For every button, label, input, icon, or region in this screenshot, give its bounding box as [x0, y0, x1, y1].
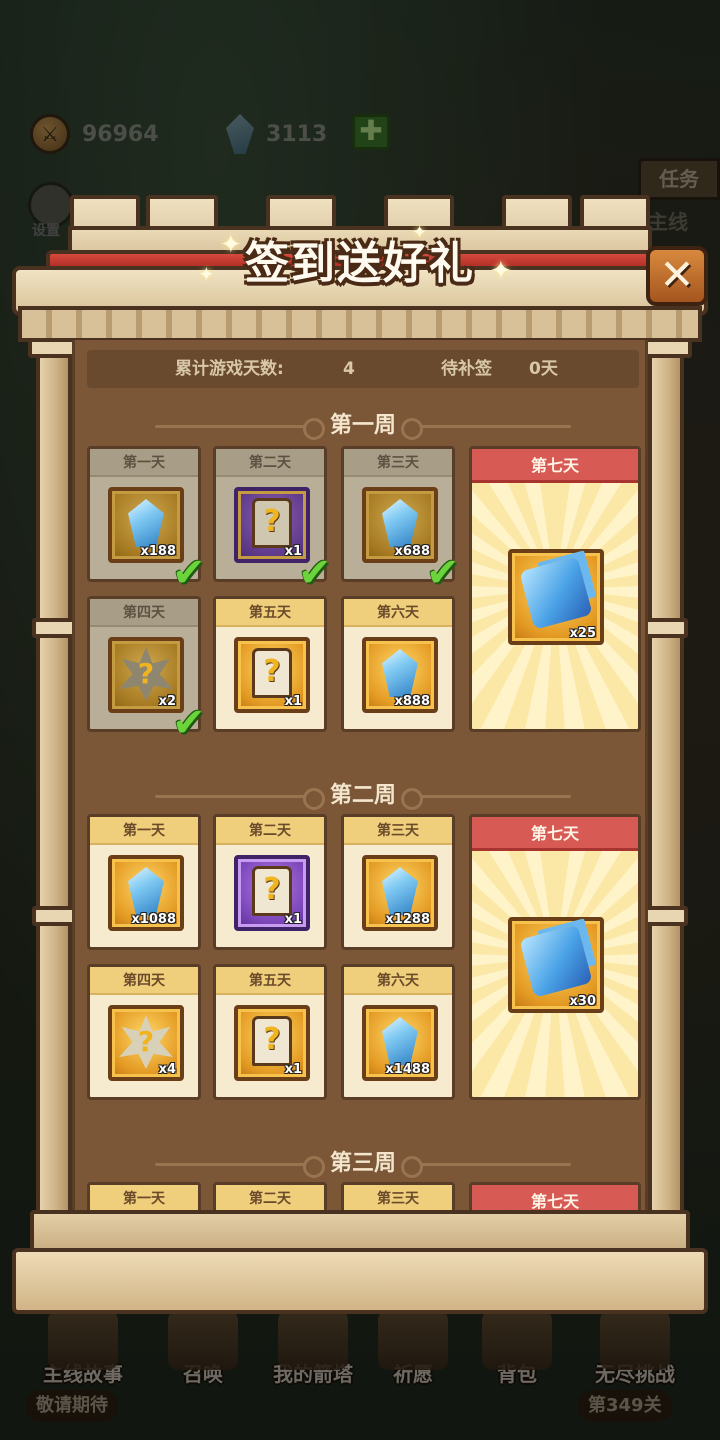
scroll-icon: ?	[252, 498, 292, 548]
week-title-text: 第二周	[329, 783, 396, 808]
sparkle-icon: ✦	[490, 256, 512, 286]
dialog-title: 签到送好礼	[245, 238, 475, 289]
day-card[interactable]: 第五天 ? x1	[213, 964, 327, 1100]
reward-slot: x888	[362, 637, 438, 713]
puzzle-icon	[519, 556, 593, 630]
reward-quantity: x1288	[385, 912, 430, 927]
ornament-divider	[155, 418, 325, 440]
left-pillar	[36, 340, 72, 1220]
day-label: 第一天	[90, 1185, 198, 1213]
day-card[interactable]: 第一天 x1088	[87, 814, 201, 950]
reward-quantity: x1	[284, 1062, 302, 1077]
scroll-icon: ?	[252, 866, 292, 916]
day-card[interactable]: 第四天 ? x2 ✔	[87, 596, 206, 743]
reward-slot: ? x4	[108, 1005, 184, 1081]
reward-slot: x1088	[108, 855, 184, 931]
reward-slot: x30	[508, 917, 604, 1013]
gem-icon	[128, 499, 164, 547]
day-label: 第一天	[90, 449, 198, 477]
week-title: 第三周	[75, 1144, 645, 1184]
ornament-divider	[401, 1156, 571, 1178]
reward-quantity: x1	[284, 912, 302, 927]
day-label: 第一天	[90, 817, 198, 845]
puzzle-icon	[519, 924, 593, 998]
reward-quantity: x188	[140, 544, 176, 559]
checkmark-icon: ✔	[298, 550, 332, 596]
day7-label: 第七天	[472, 449, 638, 483]
ornament-divider	[155, 788, 325, 810]
day-label: 第四天	[90, 967, 198, 995]
day-label: 第二天	[216, 1185, 324, 1213]
day-card[interactable]: 第一天 x188 ✔	[87, 446, 206, 593]
reward-quantity: x1488	[385, 1062, 430, 1077]
day-card[interactable]: 第三天 x1288	[341, 814, 455, 950]
day-label: 第二天	[216, 817, 324, 845]
gem-icon	[382, 649, 418, 697]
sparkle-icon: ✦	[412, 222, 428, 243]
reward-quantity: x25	[569, 626, 596, 641]
reward-quantity: x1088	[131, 912, 176, 927]
gem-icon	[382, 1017, 418, 1065]
reward-slot: ? x1	[234, 637, 310, 713]
week-title-text: 第三周	[329, 1151, 396, 1176]
base-slab	[12, 1248, 708, 1314]
scroll-icon: ?	[252, 1016, 292, 1066]
checkmark-icon: ✔	[172, 550, 206, 596]
sparkle-icon: ✦	[220, 230, 242, 260]
gem-icon	[128, 867, 164, 915]
day7-card[interactable]: 第七天 x30	[469, 814, 641, 1100]
day-label: 第六天	[344, 599, 452, 627]
star-fragment-icon: ?	[119, 1015, 173, 1069]
day-card[interactable]: 第四天 ? x4	[87, 964, 201, 1100]
gem-icon	[382, 499, 418, 547]
gem-icon	[382, 867, 418, 915]
day-label: 第四天	[90, 599, 198, 627]
day-card[interactable]: 第二天 ? x1	[213, 814, 327, 950]
reward-slot: ? x1	[234, 855, 310, 931]
day-label: 第二天	[216, 449, 324, 477]
played-days-value: 4	[343, 359, 355, 379]
day-label: 第六天	[344, 967, 452, 995]
day-label: 第三天	[344, 449, 452, 477]
right-pillar	[648, 340, 684, 1220]
week-title: 第一周	[75, 406, 645, 446]
day7-label: 第七天	[472, 817, 638, 851]
ornament-divider	[401, 418, 571, 440]
day-card[interactable]: 第六天 x888	[341, 596, 455, 732]
star-fragment-icon: ?	[119, 647, 173, 701]
day-card[interactable]: 第三天 x688 ✔	[341, 446, 460, 593]
checkmark-icon: ✔	[426, 550, 460, 596]
week-title: 第二周	[75, 776, 645, 816]
sparkle-icon: ✦	[198, 262, 215, 286]
close-button[interactable]: ✕	[646, 246, 708, 306]
day-label: 第五天	[216, 967, 324, 995]
reward-quantity: x30	[569, 994, 596, 1009]
reward-quantity: x4	[158, 1062, 176, 1077]
scroll-icon: ?	[252, 648, 292, 698]
played-days-label: 累计游戏天数:	[175, 359, 284, 379]
day7-card[interactable]: 第七天 x25	[469, 446, 641, 732]
ornament-divider	[155, 1156, 325, 1178]
trim-band	[18, 306, 702, 342]
stats-bar: 累计游戏天数: 4 待补签 0天	[87, 350, 639, 388]
reward-slot: x1288	[362, 855, 438, 931]
ornament-divider	[401, 788, 571, 810]
signin-scroll-panel[interactable]: 累计游戏天数: 4 待补签 0天 第一周 第一天 x188 ✔ 第二天 ? x1…	[72, 340, 648, 1216]
day-card[interactable]: 第二天 ? x1 ✔	[213, 446, 332, 593]
makeup-value: 0天	[529, 359, 558, 379]
reward-quantity: x888	[394, 694, 430, 709]
reward-quantity: x688	[394, 544, 430, 559]
day-label: 第三天	[344, 817, 452, 845]
reward-slot: ? x1	[234, 1005, 310, 1081]
day-label: 第五天	[216, 599, 324, 627]
checkmark-icon: ✔	[172, 700, 206, 746]
week-title-text: 第一周	[329, 413, 396, 438]
day-label: 第三天	[344, 1185, 452, 1213]
reward-slot: x25	[508, 549, 604, 645]
makeup-label: 待补签	[441, 359, 492, 379]
reward-slot: x1488	[362, 1005, 438, 1081]
reward-quantity: x1	[284, 694, 302, 709]
day-card[interactable]: 第六天 x1488	[341, 964, 455, 1100]
day-card[interactable]: 第五天 ? x1	[213, 596, 327, 732]
